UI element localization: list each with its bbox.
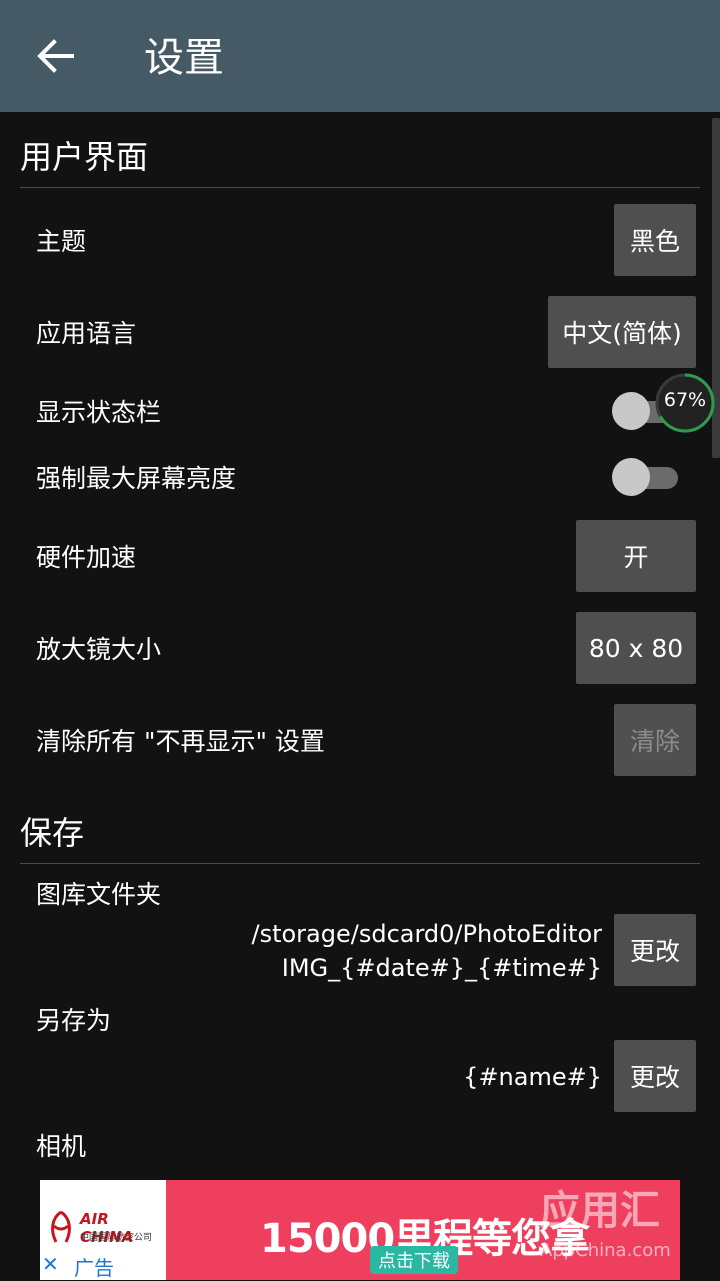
close-icon[interactable]: ✕ (42, 1252, 59, 1276)
progress-text: 67% (663, 389, 707, 411)
watermark: 应用汇 (540, 1188, 660, 1234)
divider (20, 187, 700, 188)
page-title: 设置 (144, 35, 224, 81)
ad-brand-cn: 中国国际航空公司 (80, 1233, 153, 1243)
hardware-acceleration-button[interactable]: 开 (576, 520, 696, 592)
save-as-label: 另存为 (36, 1006, 112, 1035)
gallery-folder-label: 图库文件夹 (36, 880, 162, 909)
section-header-ui: 用户界面 (20, 138, 149, 176)
theme-label: 主题 (36, 227, 87, 256)
camera-label: 相机 (36, 1132, 87, 1161)
magnifier-size-button[interactable]: 80 x 80 (576, 612, 696, 684)
ad-tag: 广告 (74, 1256, 114, 1280)
hardware-acceleration-label: 硬件加速 (36, 543, 137, 572)
divider (20, 863, 700, 864)
magnifier-size-label: 放大镜大小 (36, 635, 162, 664)
toggle-thumb (612, 458, 650, 496)
language-button[interactable]: 中文(简体) (548, 296, 696, 368)
ad-download-button[interactable]: 点击下载 (370, 1246, 458, 1274)
section-header-save: 保存 (20, 814, 85, 852)
arrow-left-icon (37, 39, 74, 73)
theme-button[interactable]: 黑色 (614, 204, 696, 276)
force-brightness-toggle[interactable] (612, 457, 678, 497)
back-button[interactable] (28, 28, 84, 84)
language-label: 应用语言 (36, 319, 137, 348)
progress-badge[interactable]: 67% (654, 372, 716, 434)
force-brightness-label: 强制最大屏幕亮度 (36, 464, 237, 493)
change-save-as-button[interactable]: 更改 (614, 1040, 696, 1112)
save-as-pattern: {#name#} (463, 1063, 602, 1091)
clear-button[interactable]: 清除 (614, 704, 696, 776)
air-china-logo-icon (51, 1210, 71, 1243)
gallery-filename-pattern: IMG_{#date#}_{#time#} (281, 954, 602, 982)
app-bar: 设置 (0, 0, 720, 112)
show-status-bar-label: 显示状态栏 (36, 398, 162, 427)
watermark-url: AppChina.com (540, 1240, 671, 1261)
gallery-folder-path: /storage/sdcard0/PhotoEditor (251, 920, 602, 948)
change-folder-button[interactable]: 更改 (614, 914, 696, 986)
clear-dont-show-label: 清除所有 "不再显示" 设置 (36, 727, 325, 756)
toggle-thumb (612, 392, 650, 430)
